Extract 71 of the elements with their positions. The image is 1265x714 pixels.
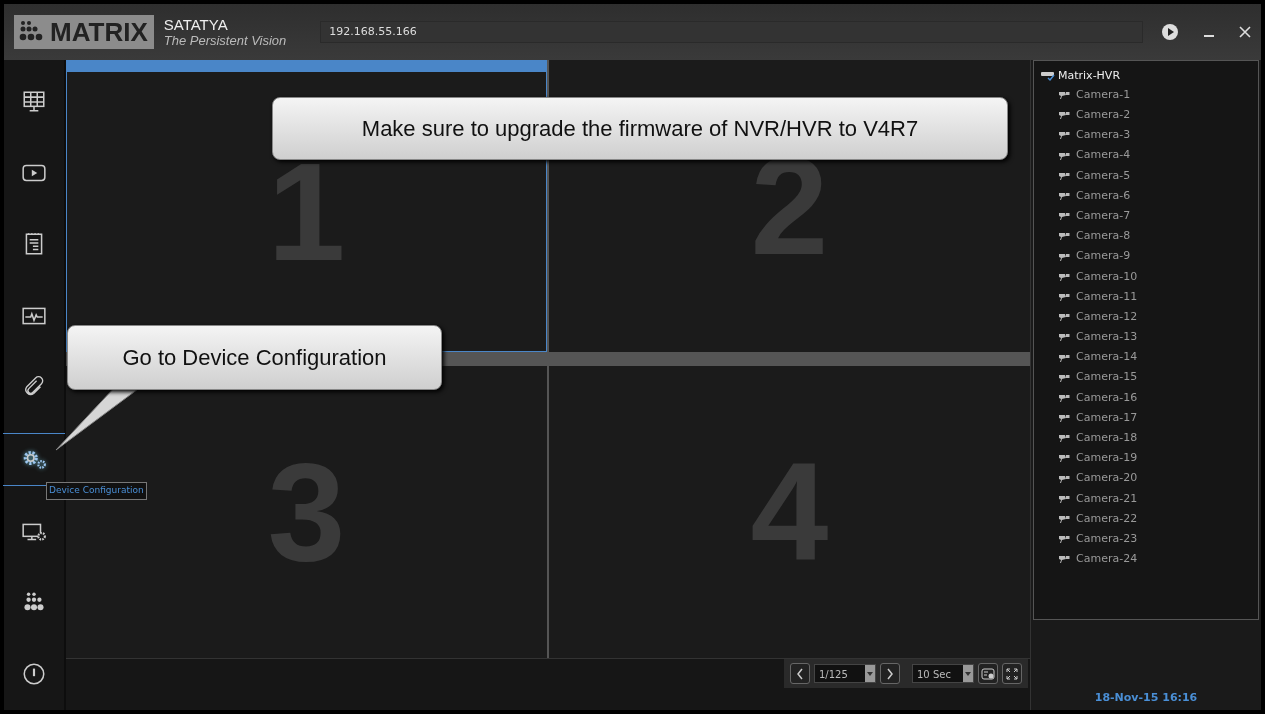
camera-name[interactable]: Camera-8 [1076, 228, 1131, 245]
camera-icon [1058, 473, 1070, 484]
camera-icon [1058, 332, 1070, 343]
address-field[interactable]: 192.168.55.166 [320, 21, 1143, 43]
camera-name[interactable]: Camera-15 [1076, 369, 1138, 386]
tooltip: Device Configuration [46, 482, 147, 500]
camera-name[interactable]: Camera-11 [1076, 288, 1138, 306]
camera-name[interactable]: Camera-21 [1076, 490, 1138, 508]
camera-name[interactable]: Camera-10 [1076, 268, 1138, 286]
camera-icon [1058, 453, 1070, 464]
fullscreen-button[interactable] [1002, 663, 1022, 684]
chevron-left-icon [796, 667, 804, 680]
camera-icon [1058, 231, 1070, 242]
camera-icon [1058, 110, 1070, 121]
camera-icon [1058, 291, 1070, 302]
camera-icon [1058, 191, 1070, 202]
camera-name[interactable]: Camera-20 [1076, 470, 1138, 487]
camera-name[interactable]: Camera-3 [1076, 127, 1131, 144]
camera-icon [1058, 514, 1070, 525]
close-icon[interactable] [1239, 26, 1251, 38]
product-name: SATATYA [163, 16, 229, 33]
camera-name[interactable]: Camera-23 [1076, 530, 1138, 548]
camera-icon [1058, 433, 1070, 444]
date-time: 18-Nov-15 16:16 [1093, 689, 1199, 706]
camera-name[interactable]: Camera-7 [1076, 207, 1131, 225]
camera-icon [1058, 534, 1070, 545]
page-dropdown[interactable]: 1/125 [814, 664, 876, 683]
camera-icon [1058, 352, 1070, 363]
camera-name[interactable]: Camera-5 [1076, 167, 1131, 185]
caret-icon [867, 671, 873, 676]
camera-name[interactable]: Camera-16 [1076, 389, 1138, 407]
camera-name[interactable]: Camera-13 [1076, 329, 1138, 346]
camera-name[interactable]: Camera-18 [1076, 430, 1138, 447]
camera-name[interactable]: Camera-22 [1076, 510, 1138, 528]
sequence-button[interactable] [978, 663, 998, 684]
camera-icon [1058, 554, 1070, 565]
interval-dropdown[interactable]: 10 Sec [912, 664, 974, 683]
camera-icon [1058, 150, 1070, 161]
device-name[interactable]: Matrix-HVR [1058, 67, 1121, 85]
camera-icon [1058, 271, 1070, 282]
camera-name[interactable]: Camera-19 [1076, 450, 1138, 467]
callout-tooltip: Go to Device Configuration [67, 325, 442, 390]
callout-tooltip: Make sure to upgrade the firmware of NVR/HVR to V4R7 [272, 97, 1008, 160]
caret-icon [965, 671, 971, 676]
camera-name[interactable]: Camera-24 [1076, 551, 1138, 568]
camera-name[interactable]: Camera-1 [1076, 86, 1131, 104]
camera-name[interactable]: Camera-4 [1076, 147, 1131, 164]
camera-icon [1058, 372, 1070, 383]
camera-icon [1058, 251, 1070, 262]
camera-icon [1058, 211, 1070, 222]
camera-name[interactable]: Camera-14 [1076, 349, 1138, 366]
next-button[interactable] [880, 663, 900, 684]
sequence-icon [981, 667, 995, 680]
camera-name[interactable]: Camera-9 [1076, 248, 1131, 265]
camera-name[interactable]: Camera-2 [1076, 107, 1131, 124]
camera-icon [1058, 413, 1070, 424]
camera-name[interactable]: Camera-17 [1076, 409, 1138, 427]
play-icon[interactable] [1161, 23, 1179, 41]
camera-icon [1058, 392, 1070, 403]
camera-icon [1058, 170, 1070, 181]
previous-button[interactable] [790, 663, 810, 684]
camera-name[interactable]: Camera-12 [1076, 308, 1138, 326]
camera-icon [1058, 493, 1070, 504]
recorder-icon [1040, 70, 1056, 82]
camera-icon [1058, 90, 1070, 101]
fullscreen-icon [1006, 667, 1018, 680]
camera-icon [1058, 312, 1070, 323]
camera-icon [1058, 130, 1070, 141]
tagline: The Persistent Vision [163, 32, 287, 48]
chevron-right-icon [886, 667, 894, 680]
camera-name[interactable]: Camera-6 [1076, 187, 1131, 205]
